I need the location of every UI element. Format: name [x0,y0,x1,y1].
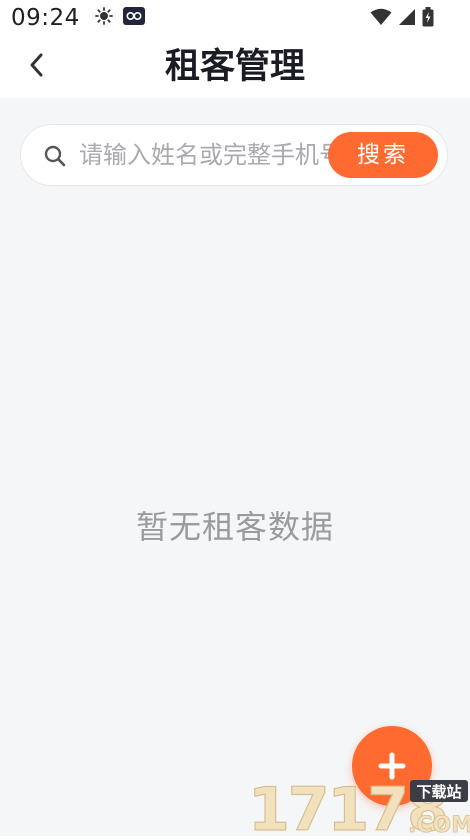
search-input[interactable] [79,135,359,175]
status-system-icons [370,7,434,27]
main-content: 搜索 暂无租客数据 [0,98,470,836]
battery-icon [422,7,434,27]
nav-bar: 租客管理 [0,36,470,98]
app-notification-icon [123,7,145,25]
signal-icon [399,9,415,25]
wifi-icon [370,8,392,25]
plus-icon [378,752,406,780]
empty-state-text: 暂无租客数据 [135,508,334,546]
search-button[interactable]: 搜索 [328,132,438,178]
status-bar: 09:24 [0,0,470,36]
back-button[interactable] [20,48,54,82]
search-bar: 搜索 [20,124,448,186]
brightness-icon [95,7,113,25]
add-tenant-button[interactable] [352,726,432,806]
chevron-left-icon [30,53,43,77]
status-notification-icons [95,7,145,25]
page-title: 租客管理 [164,47,305,87]
status-time: 09:24 [11,5,80,31]
search-icon [44,145,66,167]
